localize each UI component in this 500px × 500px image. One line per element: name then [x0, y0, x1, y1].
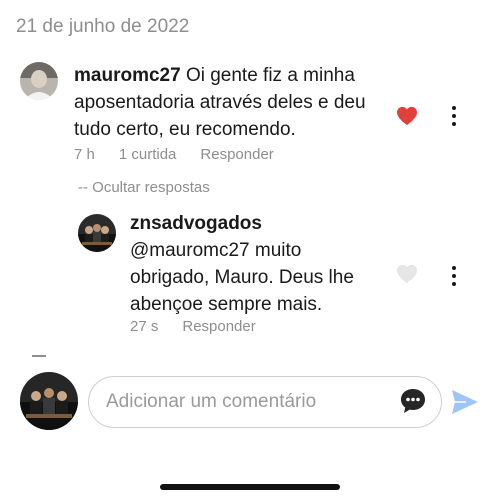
heart-icon[interactable] [396, 106, 418, 131]
reply-button[interactable]: Responder [200, 146, 273, 163]
comment-meta: 7 h 1 curtida Responder [74, 146, 274, 163]
speech-bubble-icon[interactable] [399, 387, 427, 415]
reply-text: @mauromc27 muito obrigado, Mauro. Deus l… [130, 240, 354, 315]
paper-plane-icon[interactable] [450, 388, 480, 416]
reply-button[interactable]: Responder [182, 318, 255, 335]
comment-time: 7 h [74, 146, 95, 163]
scroll-indicator [32, 355, 46, 357]
composer-avatar [20, 372, 78, 430]
more-options-icon[interactable] [451, 266, 457, 286]
home-indicator[interactable] [160, 484, 340, 490]
reply-time: 27 s [130, 318, 159, 335]
hide-replies-button[interactable]: -- Ocultar respostas [78, 179, 210, 196]
comment-input[interactable] [88, 376, 442, 428]
avatar[interactable] [20, 62, 58, 100]
reply-body: znsadvogados @mauromc27 muito obrigado, … [130, 210, 380, 318]
heart-outline-icon[interactable] [396, 264, 418, 289]
avatar[interactable] [78, 214, 116, 252]
comment-likes-count[interactable]: 1 curtida [119, 146, 177, 163]
comment-body: mauromc27 Oi gente fiz a minha aposentad… [74, 62, 374, 143]
more-options-icon[interactable] [451, 106, 457, 126]
date-header: 21 de junho de 2022 [16, 16, 190, 37]
comment-username[interactable]: mauromc27 [74, 65, 181, 86]
reply-username[interactable]: znsadvogados [130, 210, 380, 237]
reply-meta: 27 s Responder [130, 318, 256, 335]
